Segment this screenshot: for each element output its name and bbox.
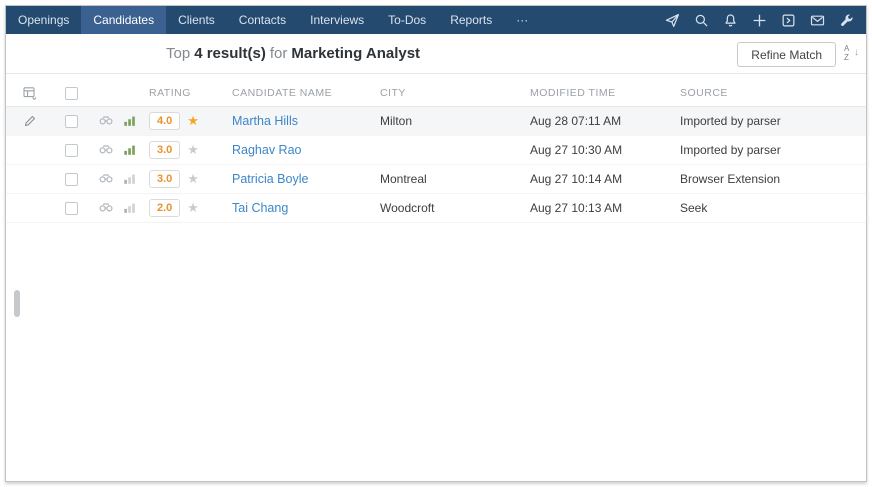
candidate-city: Montreal xyxy=(380,172,530,186)
bell-icon[interactable] xyxy=(723,13,738,28)
sort-letter-z: Z xyxy=(844,53,849,62)
nav-item-todos[interactable]: To-Dos xyxy=(376,6,438,34)
candidate-modified-time: Aug 27 10:14 AM xyxy=(530,172,680,186)
nav-icon-group xyxy=(665,6,866,34)
star-icon[interactable] xyxy=(187,142,199,158)
table-row[interactable]: 3.0 Raghav Rao Aug 27 10:30 AM Imported … xyxy=(6,136,866,165)
table-row[interactable]: 2.0 Tai Chang Woodcroft Aug 27 10:13 AM … xyxy=(6,194,866,223)
top-navigation: Openings Candidates Clients Contacts Int… xyxy=(6,6,866,34)
row-checkbox[interactable] xyxy=(65,144,78,157)
signal-bars-icon[interactable] xyxy=(123,201,137,215)
page-title: Top4 result(s)forMarketing Analyst xyxy=(166,45,424,62)
table-row[interactable]: 3.0 Patricia Boyle Montreal Aug 27 10:14… xyxy=(6,165,866,194)
row-checkbox[interactable] xyxy=(65,202,78,215)
candidate-name-link[interactable]: Martha Hills xyxy=(232,114,298,128)
candidate-name-link[interactable]: Patricia Boyle xyxy=(232,172,308,186)
candidate-modified-time: Aug 27 10:13 AM xyxy=(530,201,680,215)
panel-icon[interactable] xyxy=(781,13,796,28)
edit-pencil-icon[interactable] xyxy=(23,114,37,128)
nav-item-candidates[interactable]: Candidates xyxy=(81,6,166,34)
candidates-table: RATING CANDIDATE NAME CITY MODIFIED TIME… xyxy=(6,74,866,223)
star-icon[interactable] xyxy=(187,200,199,216)
column-header-candidate-name[interactable]: CANDIDATE NAME xyxy=(232,87,380,99)
binoculars-icon[interactable] xyxy=(98,171,114,187)
nav-item-reports[interactable]: Reports xyxy=(438,6,504,34)
rating-badge: 3.0 xyxy=(149,170,180,188)
candidate-source: Imported by parser xyxy=(680,143,866,157)
send-icon[interactable] xyxy=(665,13,680,28)
rating-badge: 4.0 xyxy=(149,112,180,130)
signal-bars-icon[interactable] xyxy=(123,172,137,186)
rating-badge: 3.0 xyxy=(149,141,180,159)
row-checkbox[interactable] xyxy=(65,115,78,128)
column-header-modified-time[interactable]: MODIFIED TIME xyxy=(530,87,680,99)
nav-item-interviews[interactable]: Interviews xyxy=(298,6,376,34)
candidate-source: Browser Extension xyxy=(680,172,866,186)
select-all-checkbox[interactable] xyxy=(65,87,78,100)
title-connector: for xyxy=(270,45,288,62)
star-icon[interactable] xyxy=(187,113,199,129)
result-count: 4 result(s) xyxy=(194,45,266,62)
binoculars-icon[interactable] xyxy=(98,142,114,158)
sort-az-icon[interactable]: A Z xyxy=(842,44,860,66)
column-header-source[interactable]: SOURCE xyxy=(680,87,866,99)
signal-bars-icon[interactable] xyxy=(123,114,137,128)
left-scrollbar-handle[interactable] xyxy=(14,290,20,317)
nav-item-contacts[interactable]: Contacts xyxy=(227,6,298,34)
candidate-city: Milton xyxy=(380,114,530,128)
add-icon[interactable] xyxy=(752,13,767,28)
column-header-city[interactable]: CITY xyxy=(380,87,530,99)
table-select-icon[interactable] xyxy=(22,85,38,101)
candidate-modified-time: Aug 27 10:30 AM xyxy=(530,143,680,157)
candidate-name-link[interactable]: Raghav Rao xyxy=(232,143,302,157)
mail-icon[interactable] xyxy=(810,13,825,28)
row-checkbox[interactable] xyxy=(65,173,78,186)
table-row[interactable]: 4.0 Martha Hills Milton Aug 28 07:11 AM … xyxy=(6,107,866,136)
candidate-name-link[interactable]: Tai Chang xyxy=(232,201,288,215)
nav-item-more[interactable]: ··· xyxy=(504,6,540,34)
binoculars-icon[interactable] xyxy=(98,200,114,216)
signal-bars-icon[interactable] xyxy=(123,143,137,157)
candidate-source: Seek xyxy=(680,201,866,215)
column-header-rating[interactable]: RATING xyxy=(146,87,232,99)
sort-letter-a: A xyxy=(844,44,849,53)
nav-item-clients[interactable]: Clients xyxy=(166,6,227,34)
binoculars-icon[interactable] xyxy=(98,113,114,129)
job-title: Marketing Analyst xyxy=(291,45,420,62)
star-icon[interactable] xyxy=(187,171,199,187)
candidate-source: Imported by parser xyxy=(680,114,866,128)
title-prefix: Top xyxy=(166,45,190,62)
candidate-city: Woodcroft xyxy=(380,201,530,215)
results-header: Top4 result(s)forMarketing Analyst Refin… xyxy=(6,34,866,74)
app-window: Openings Candidates Clients Contacts Int… xyxy=(5,5,867,482)
table-header-row: RATING CANDIDATE NAME CITY MODIFIED TIME… xyxy=(6,80,866,107)
candidate-modified-time: Aug 28 07:11 AM xyxy=(530,114,680,128)
refine-match-button[interactable]: Refine Match xyxy=(737,42,836,67)
rating-badge: 2.0 xyxy=(149,199,180,217)
nav-item-openings[interactable]: Openings xyxy=(6,6,81,34)
setup-wrench-icon[interactable] xyxy=(839,13,854,28)
search-icon[interactable] xyxy=(694,13,709,28)
